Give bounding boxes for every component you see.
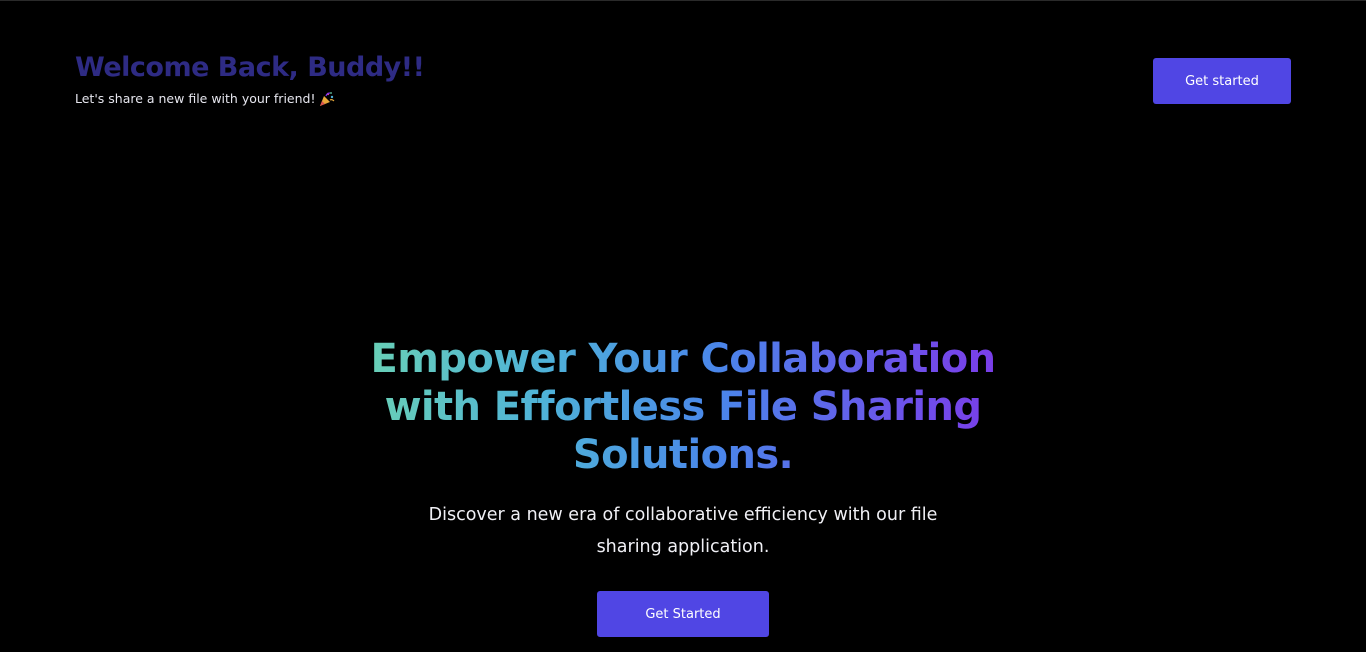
party-popper-icon (319, 91, 335, 107)
welcome-subtitle-text: Let's share a new file with your friend! (75, 91, 316, 106)
get-started-header-button[interactable]: Get started (1153, 58, 1291, 104)
get-started-hero-button[interactable]: Get Started (597, 591, 769, 637)
welcome-block: Welcome Back, Buddy!! Let's share a new … (75, 51, 425, 107)
hero-section: Empower Your Collaboration with Effortle… (0, 335, 1366, 563)
hero-title: Empower Your Collaboration with Effortle… (333, 335, 1033, 479)
welcome-subtitle: Let's share a new file with your friend! (75, 91, 424, 107)
welcome-title: Welcome Back, Buddy!! (75, 52, 425, 83)
header: Welcome Back, Buddy!! Let's share a new … (0, 1, 1366, 131)
page: Welcome Back, Buddy!! Let's share a new … (0, 0, 1366, 652)
hero-description: Discover a new era of collaborative effi… (428, 505, 938, 557)
